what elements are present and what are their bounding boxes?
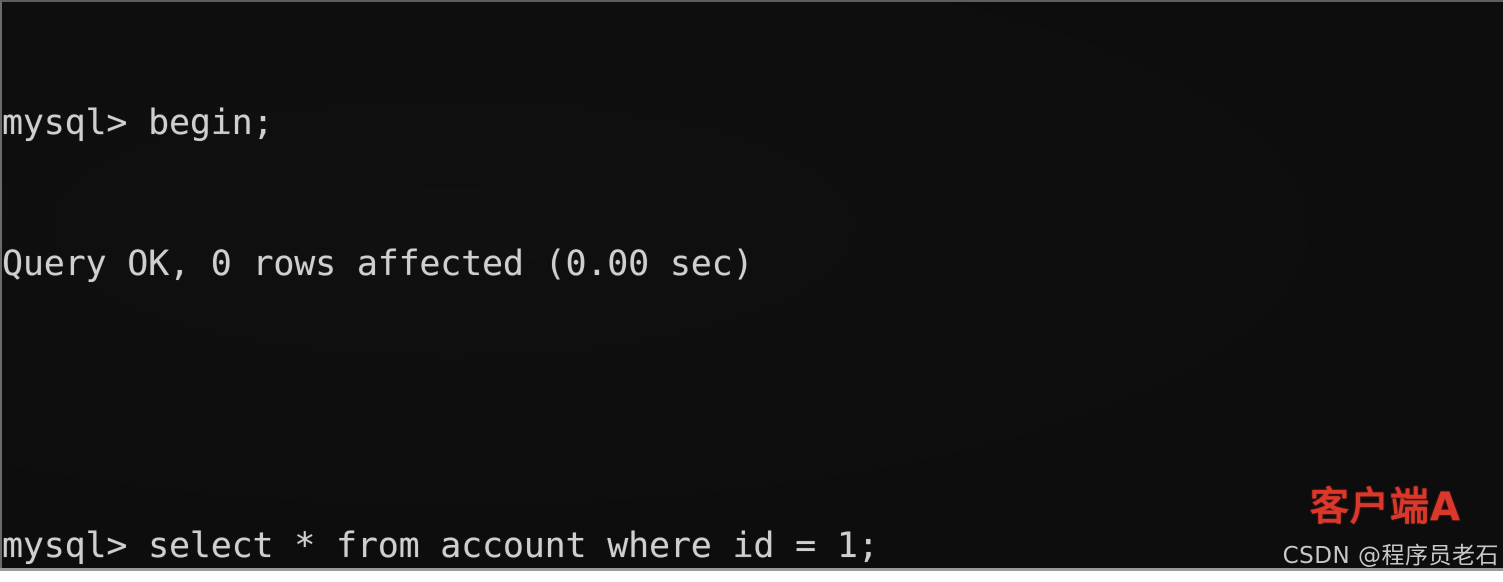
client-annotation-label: 客户端A	[1309, 485, 1461, 530]
csdn-watermark: CSDN @程序员老石	[1282, 543, 1499, 568]
terminal-line: Query OK, 0 rows affected (0.00 sec)	[2, 244, 754, 284]
terminal-window[interactable]: mysql> begin; Query OK, 0 rows affected …	[0, 0, 1503, 568]
terminal-output: mysql> begin; Query OK, 0 rows affected …	[2, 6, 879, 568]
terminal-screenshot: mysql> begin; Query OK, 0 rows affected …	[0, 0, 1503, 582]
terminal-line: mysql> select * from account where id = …	[2, 526, 879, 566]
terminal-line: mysql> begin;	[2, 103, 274, 143]
page-bottom-strip	[0, 568, 1503, 582]
